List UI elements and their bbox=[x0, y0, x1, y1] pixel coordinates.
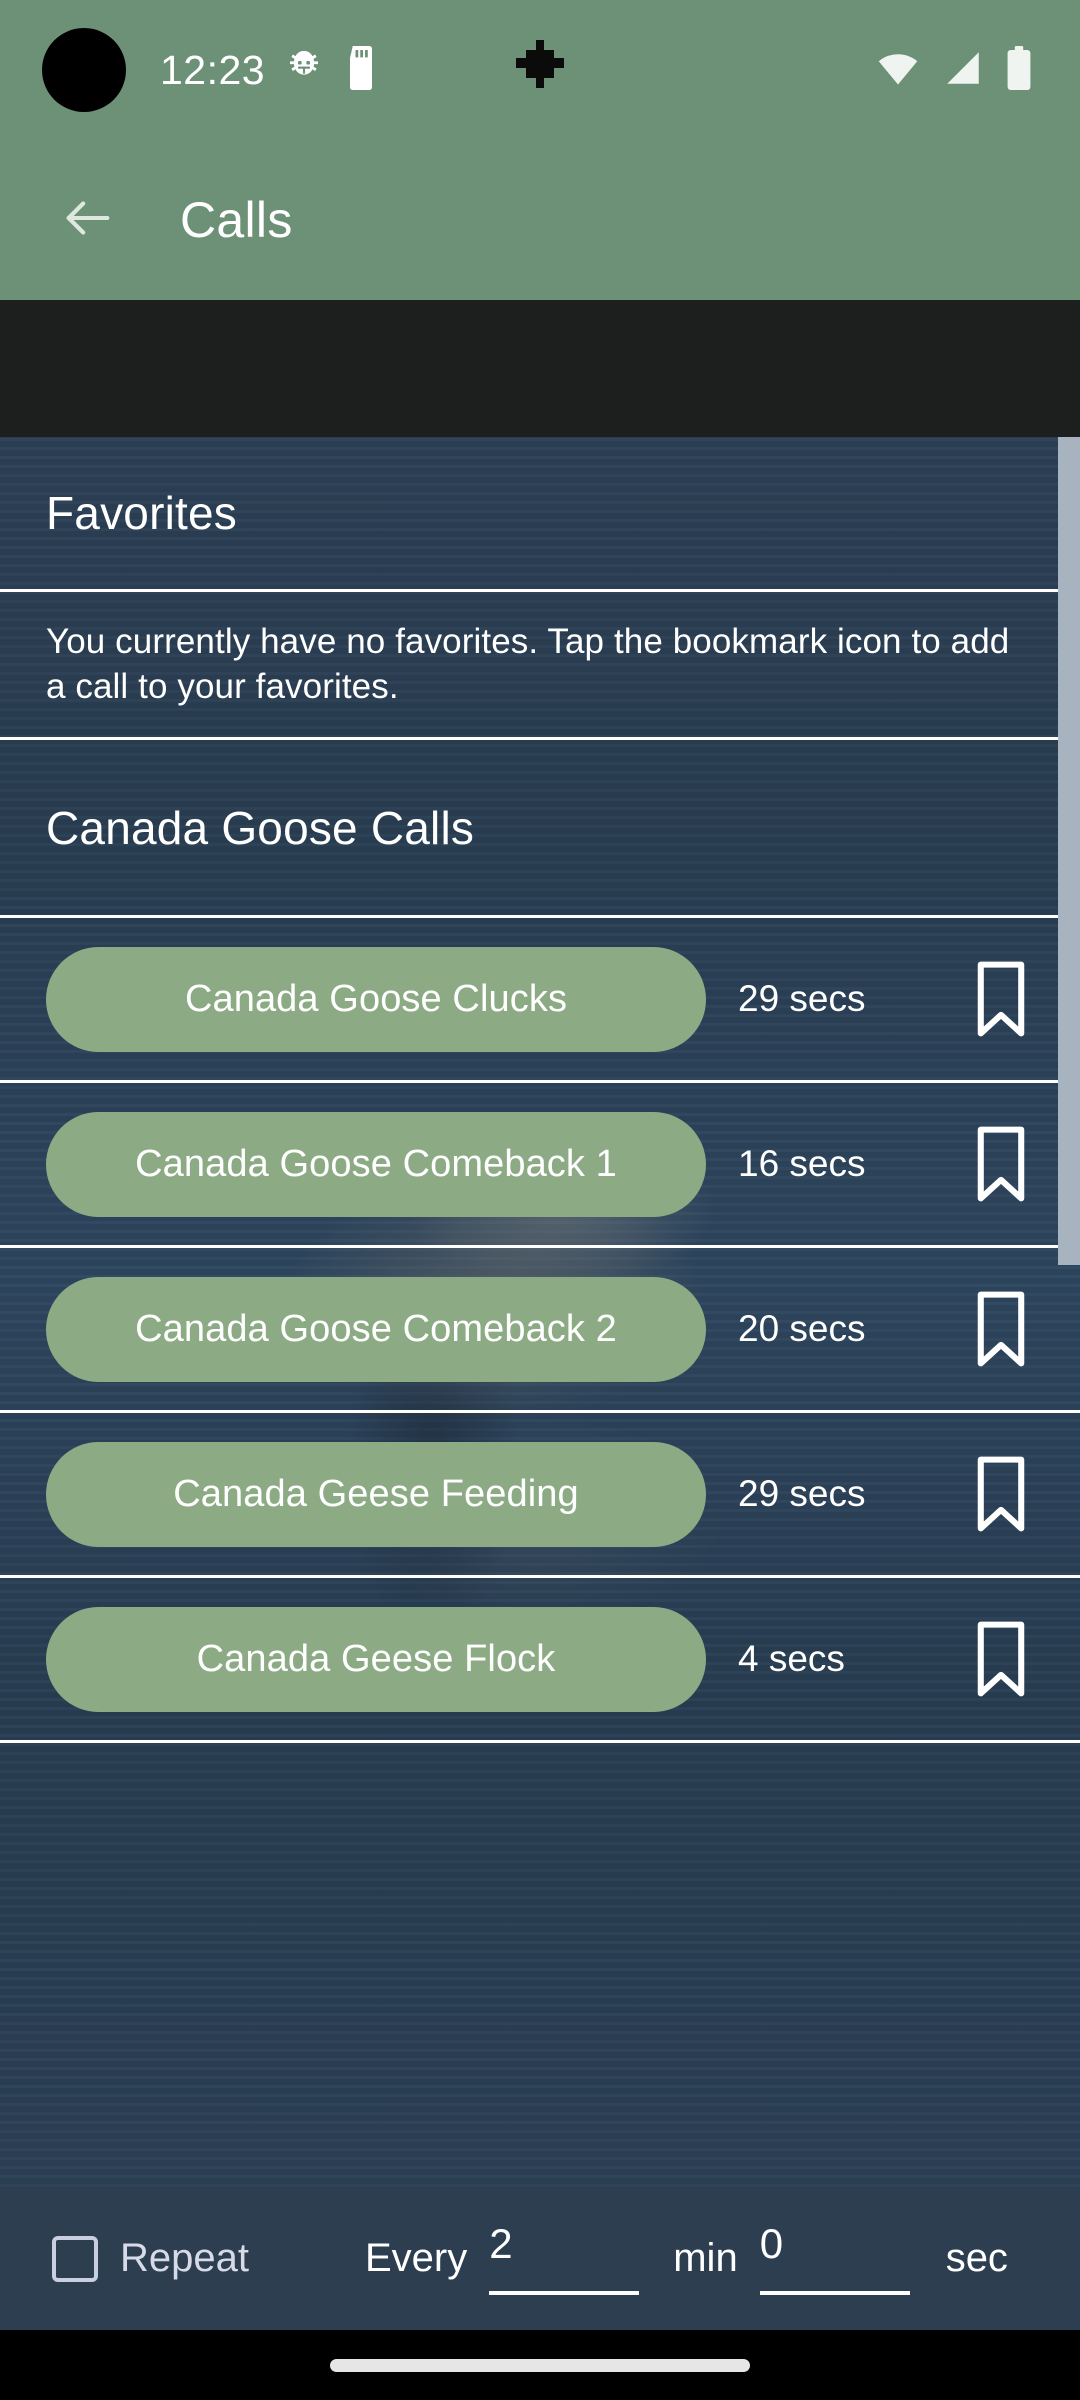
call-row[interactable]: Canada Goose Comeback 1 16 secs bbox=[0, 1083, 1080, 1248]
bookmark-outline-icon[interactable] bbox=[970, 1288, 1032, 1370]
camera-cutout bbox=[42, 28, 126, 112]
favorites-empty-state: You currently have no favorites. Tap the… bbox=[0, 592, 1080, 740]
status-notch-marker bbox=[510, 38, 570, 102]
play-call-button[interactable]: Canada Goose Comeback 2 bbox=[46, 1276, 706, 1382]
bookmark-outline-icon[interactable] bbox=[970, 958, 1032, 1040]
repeat-control-bar: Repeat Every 2 min 0 sec bbox=[0, 2187, 1080, 2330]
bookmark-outline-icon[interactable] bbox=[970, 1618, 1032, 1700]
back-button[interactable] bbox=[28, 160, 148, 280]
wifi-icon bbox=[876, 46, 920, 95]
play-call-button[interactable]: Canada Goose Comeback 1 bbox=[46, 1111, 706, 1217]
seconds-unit-label: sec bbox=[945, 2236, 1008, 2280]
call-name: Canada Goose Clucks bbox=[184, 977, 568, 1020]
calls-list-scroll-area[interactable]: Favorites You currently have no favorite… bbox=[0, 437, 1080, 2187]
calls-section-title: Canada Goose Calls bbox=[46, 801, 475, 854]
call-duration: 29 secs bbox=[738, 978, 866, 1019]
repeat-toggle-group[interactable]: Repeat bbox=[52, 2235, 249, 2282]
call-duration: 29 secs bbox=[738, 1473, 866, 1514]
gesture-handle[interactable] bbox=[330, 2358, 750, 2372]
seconds-value: 0 bbox=[759, 2219, 784, 2267]
call-row[interactable]: Canada Geese Feeding 29 secs bbox=[0, 1413, 1080, 1578]
call-duration: 4 secs bbox=[738, 1638, 845, 1679]
call-duration: 20 secs bbox=[738, 1308, 866, 1349]
bookmark-outline-icon[interactable] bbox=[970, 1453, 1032, 1535]
sd-card-icon bbox=[343, 45, 379, 95]
system-navigation-bar bbox=[0, 2330, 1080, 2400]
call-list: Canada Goose Clucks 29 secs Canada Goose C… bbox=[0, 918, 1080, 1743]
status-bar-right bbox=[876, 0, 1032, 140]
section-favorites-header: Favorites bbox=[0, 437, 1080, 592]
call-name: Canada Geese Flock bbox=[196, 1637, 556, 1680]
section-canada-goose-calls-header: Canada Goose Calls bbox=[0, 740, 1080, 918]
minutes-unit-label: min bbox=[673, 2236, 738, 2280]
call-name: Canada Goose Comeback 2 bbox=[135, 1307, 617, 1350]
seconds-input[interactable]: 0 bbox=[759, 2219, 910, 2295]
favorites-empty-message: You currently have no favorites. Tap the… bbox=[46, 621, 1010, 706]
call-name: Canada Geese Feeding bbox=[173, 1472, 579, 1515]
every-label: Every bbox=[364, 2236, 468, 2280]
play-call-button[interactable]: Canada Goose Clucks bbox=[46, 946, 706, 1052]
repeat-label: Repeat bbox=[120, 2236, 249, 2280]
repeat-checkbox[interactable] bbox=[52, 2235, 98, 2282]
call-duration: 16 secs bbox=[738, 1143, 866, 1184]
bookmark-outline-icon[interactable] bbox=[970, 1123, 1032, 1205]
minutes-value: 2 bbox=[489, 2219, 513, 2267]
back-arrow-icon bbox=[59, 189, 117, 252]
play-call-button[interactable]: Canada Geese Feeding bbox=[46, 1441, 706, 1547]
phone-screen: 12:23 Calls Favorites You currently have… bbox=[0, 0, 1080, 2400]
battery-icon bbox=[1006, 45, 1032, 95]
favorites-title: Favorites bbox=[46, 487, 237, 539]
call-name: Canada Goose Comeback 1 bbox=[135, 1142, 617, 1185]
content-top-gap bbox=[0, 300, 1080, 437]
play-call-button[interactable]: Canada Geese Flock bbox=[46, 1606, 706, 1712]
page-title: Calls bbox=[180, 192, 293, 248]
call-row[interactable]: Canada Goose Comeback 2 20 secs bbox=[0, 1248, 1080, 1413]
status-bar: 12:23 bbox=[0, 0, 1080, 140]
status-bar-left: 12:23 bbox=[160, 0, 379, 140]
app-bar: Calls bbox=[0, 140, 1080, 300]
call-row[interactable]: Canada Goose Clucks 29 secs bbox=[0, 918, 1080, 1083]
status-clock: 12:23 bbox=[160, 46, 266, 93]
minutes-input[interactable]: 2 bbox=[489, 2219, 640, 2295]
call-row[interactable]: Canada Geese Flock 4 secs bbox=[0, 1578, 1080, 1743]
bug-icon bbox=[283, 47, 325, 94]
cellular-signal-icon bbox=[942, 47, 984, 94]
